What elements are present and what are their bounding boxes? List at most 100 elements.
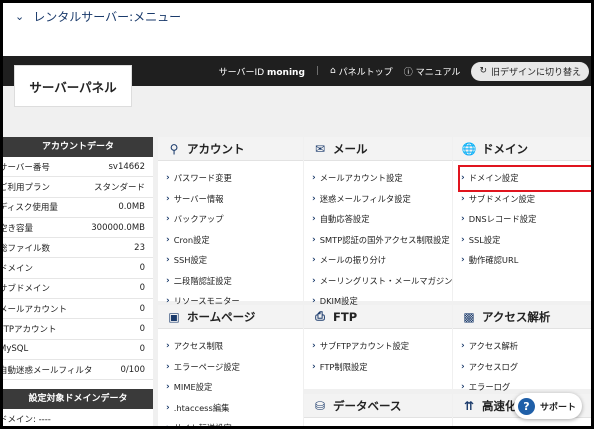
account-data-row: サブドメイン 0 <box>0 279 153 300</box>
server-panel-logo[interactable]: サーバーパネル <box>14 65 132 107</box>
homepage-menu: › アクセス制限 › エラーページ設定 › MIME設定 › .htaccess編集 › サイト転… <box>158 329 303 426</box>
account-data-row: 自動迷惑メールフィルタ 0/100 <box>0 360 153 381</box>
account-data-label: ご利用プラン <box>0 182 51 193</box>
account-data-label: サブドメイン <box>0 284 51 295</box>
help-icon: ⓘ <box>403 67 413 78</box>
account-data-row: サーバー番号 sv14662 <box>3 157 153 178</box>
chevron-down-icon: ⌄ <box>15 9 25 23</box>
chevron-right-icon: › <box>312 341 316 352</box>
homepage-menu-item[interactable]: › エラーページ設定 <box>166 357 303 378</box>
account-menu-item[interactable]: › Cron設定 <box>166 230 303 251</box>
chevron-right-icon: › <box>312 234 316 245</box>
panel-ftp: ⎙ FTP › サブFTPアカウント設定 › FTP制限設定 <box>304 305 452 389</box>
homepage-menu-item[interactable]: › サイト転送設定 <box>166 418 303 426</box>
chevron-right-icon: › <box>166 234 170 245</box>
access-menu-item[interactable]: › アクセスログ <box>461 357 591 378</box>
homepage-menu-item[interactable]: › MIME設定 <box>166 377 303 398</box>
account-menu-item[interactable]: › SSH設定 <box>166 250 303 271</box>
account-data-label: ドメイン <box>0 264 34 275</box>
account-menu-item[interactable]: › サーバー情報 <box>166 189 303 210</box>
account-data-label: 自動迷惑メールフィルタ <box>0 365 93 376</box>
account-menu-item[interactable]: › パスワード変更 <box>166 168 303 189</box>
account-data-value: 300000.0MB <box>91 222 145 233</box>
homepage-menu-item[interactable]: › アクセス制限 <box>166 336 303 357</box>
chevron-right-icon: › <box>166 361 170 372</box>
domain-menu-item[interactable]: › 動作確認URL <box>461 250 591 271</box>
homepage-menu-item[interactable]: › .htaccess編集 <box>166 398 303 419</box>
rocket-icon: ⇈ <box>463 398 475 413</box>
globe-icon: 🌐 <box>461 141 477 156</box>
account-data-label: FTPアカウント <box>0 325 57 336</box>
domain-menu-item[interactable]: › SSL設定 <box>461 230 591 251</box>
mail-menu-item[interactable]: › メールの振り分け <box>312 250 452 271</box>
server-id: サーバーID moning <box>218 67 305 78</box>
account-menu-item[interactable]: › 二段階認証設定 <box>166 271 303 292</box>
account-menu-item-label: バックアップ <box>173 214 224 225</box>
chevron-right-icon: › <box>312 255 316 266</box>
mail-menu-item[interactable]: › 迷惑メールフィルタ設定 <box>312 189 452 210</box>
rental-server-menu-toggle[interactable]: ⌄ レンタルサーバー:メニュー <box>3 3 591 29</box>
chevron-right-icon: › <box>166 275 170 286</box>
mail-menu-item-label: SMTP認証の国外アクセス制限設定 <box>319 234 450 245</box>
mail-menu-item[interactable]: › メーリングリスト・メールマガジン <box>312 271 452 292</box>
account-data-title: アカウントデータ <box>3 137 153 157</box>
chevron-right-icon: › <box>166 341 170 352</box>
account-menu-item-label: サーバー情報 <box>173 193 224 204</box>
account-data-row: ドメイン 0 <box>0 258 153 279</box>
account-data-label: ディスク使用量 <box>0 203 58 214</box>
mail-icon: ✉ <box>314 141 326 156</box>
account-data-value: スタンダード <box>93 182 145 193</box>
account-data-label: メールアカウント <box>0 304 68 315</box>
chevron-right-icon: › <box>166 193 170 204</box>
domain-menu-item[interactable]: › サブドメイン設定 <box>461 189 591 210</box>
account-data-label: MySQL <box>0 344 29 355</box>
ftp-menu-item-label: サブFTPアカウント設定 <box>319 341 410 352</box>
domain-menu: › ドメイン設定 › サブドメイン設定 › DNSレコード設定 › SSL設定 › 動作確認URL <box>453 161 591 271</box>
chevron-right-icon: › <box>312 214 316 225</box>
panel-top-link[interactable]: ⌂ パネルトップ <box>330 65 393 78</box>
chevron-right-icon: › <box>461 234 465 245</box>
domain-menu-item-label: 動作確認URL <box>468 255 519 266</box>
domain-menu-item[interactable]: › ドメイン設定 <box>458 165 591 192</box>
chevron-right-icon: › <box>166 214 170 225</box>
access-menu: › アクセス解析 › アクセスログ › エラーログ <box>453 329 591 398</box>
homepage-menu-item-label: エラーページ設定 <box>173 361 240 372</box>
window-icon: ▣ <box>168 309 180 324</box>
mail-menu-item[interactable]: › 自動応答設定 <box>312 209 452 230</box>
homepage-menu-item-label: MIME設定 <box>173 382 213 393</box>
access-menu-item[interactable]: › アクセス解析 <box>461 336 591 357</box>
chevron-right-icon: › <box>461 361 465 372</box>
ftp-icon: ⎙ <box>315 309 325 323</box>
mail-menu-item[interactable]: › SMTP認証の国外アクセス制限設定 <box>312 230 452 251</box>
chevron-right-icon: › <box>461 173 465 184</box>
mail-menu-item-label: メールの振り分け <box>319 255 387 266</box>
account-data-row: 空き容量 300000.0MB <box>3 218 153 239</box>
domain-menu-item-label: ドメイン設定 <box>468 173 519 184</box>
switch-icon: ↻ <box>479 66 487 76</box>
old-design-button[interactable]: ↻ 旧デザインに切り替え <box>471 61 589 81</box>
account-data-list: サーバー番号 sv14662 ご利用プラン スタンダード ディスク使用量 0.0MB 空き容… <box>0 157 153 381</box>
chevron-right-icon: › <box>312 193 316 204</box>
ftp-menu-item[interactable]: › FTP制限設定 <box>312 357 452 378</box>
mail-menu-item-label: 迷惑メールフィルタ設定 <box>319 193 411 204</box>
header-links: サーバーID moning | ⌂ パネルトップ ⓘ マニュアル ↻ 旧デザインに切り… <box>219 60 589 82</box>
account-data-row: 総ファイル数 23 <box>3 238 153 259</box>
account-menu-item-label: 二段階認証設定 <box>173 275 232 286</box>
account-data-value: 0/100 <box>120 364 146 375</box>
menu-label: レンタルサーバー:メニュー <box>33 9 182 24</box>
ftp-menu-item-label: FTP制限設定 <box>319 361 368 372</box>
mail-menu-item-label: メーリングリスト・メールマガジン <box>319 275 453 286</box>
mail-menu-item[interactable]: › メールアカウント設定 <box>312 168 452 189</box>
domain-menu-item[interactable]: › DNSレコード設定 <box>461 209 591 230</box>
ftp-menu: › サブFTPアカウント設定 › FTP制限設定 <box>304 329 452 377</box>
account-data-value: sv14662 <box>108 161 146 172</box>
window-frame: ⌄ レンタルサーバー:メニュー サーバーID moning | ⌂ パネルトップ … <box>0 0 594 429</box>
domain-menu-item-label: SSL設定 <box>468 234 501 245</box>
chevron-right-icon: › <box>461 193 465 204</box>
account-menu-item[interactable]: › バックアップ <box>166 209 303 230</box>
support-button[interactable]: ? サポート <box>514 393 582 419</box>
manual-link[interactable]: ⓘ マニュアル <box>404 65 461 78</box>
ftp-menu-item[interactable]: › サブFTPアカウント設定 <box>312 336 452 357</box>
panel-access-analysis: ▩ アクセス解析 › アクセス解析 › アクセスログ › エラーログ <box>453 305 591 392</box>
chevron-right-icon: › <box>312 173 316 184</box>
